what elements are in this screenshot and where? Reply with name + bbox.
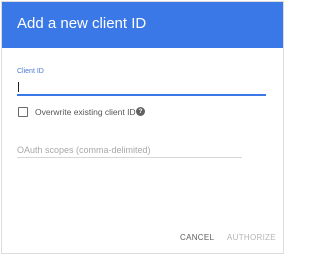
oauth-scopes-input[interactable] <box>17 143 242 158</box>
help-icon[interactable]: ? <box>136 107 145 116</box>
cancel-button[interactable]: CANCEL <box>180 233 214 242</box>
authorize-button[interactable]: AUTHORIZE <box>227 233 276 242</box>
client-id-input[interactable] <box>17 80 266 96</box>
overwrite-client-id-label[interactable]: Overwrite existing client ID <box>35 107 136 117</box>
dialog-header: Add a new client ID <box>2 2 283 48</box>
overwrite-client-id-checkbox[interactable] <box>18 107 28 117</box>
client-id-label: Client ID <box>17 68 44 75</box>
dialog-title: Add a new client ID <box>17 15 147 32</box>
add-client-id-dialog: Add a new client ID Client ID Overwrite … <box>1 1 284 254</box>
text-cursor <box>18 82 19 92</box>
